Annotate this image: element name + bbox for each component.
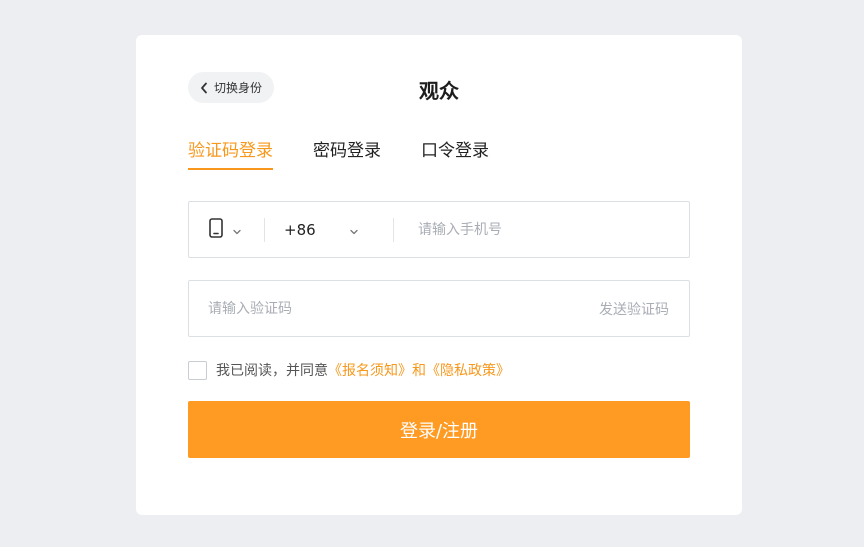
chevron-down-icon [233, 220, 241, 239]
mobile-phone-icon [209, 217, 223, 242]
country-code-value: +86 [284, 220, 316, 239]
tab-sms-code-login[interactable]: 验证码登录 [188, 136, 273, 170]
tab-passphrase-login[interactable]: 口令登录 [421, 136, 489, 170]
login-method-tabs: 验证码登录 密码登录 口令登录 [188, 136, 489, 170]
login-card: 切换身份 观众 验证码登录 密码登录 口令登录 +86 发送验证码 [136, 35, 742, 515]
agreement-row: 我已阅读，并同意 《报名须知》 和 《隐私政策》 [188, 360, 510, 380]
country-code-select[interactable]: +86 [265, 202, 393, 257]
send-code-button[interactable]: 发送验证码 [599, 299, 689, 319]
privacy-policy-link[interactable]: 《隐私政策》 [426, 360, 510, 380]
phone-field: +86 [188, 201, 690, 258]
switch-identity-label: 切换身份 [214, 81, 263, 95]
chevron-left-icon [200, 82, 208, 94]
chevron-down-icon [350, 221, 358, 239]
phone-number-input[interactable] [394, 202, 689, 257]
registration-notice-link[interactable]: 《报名须知》 [328, 360, 412, 380]
verification-code-field: 发送验证码 [188, 280, 690, 337]
agreement-text: 我已阅读，并同意 [216, 363, 328, 379]
agreement-checkbox[interactable] [188, 360, 207, 380]
switch-identity-button[interactable]: 切换身份 [188, 72, 275, 103]
device-type-select[interactable] [189, 202, 264, 257]
tab-password-login[interactable]: 密码登录 [313, 136, 381, 170]
agreement-conjunction: 和 [412, 363, 426, 379]
login-register-button[interactable]: 登录/注册 [188, 401, 690, 458]
verification-code-input[interactable] [189, 281, 599, 336]
